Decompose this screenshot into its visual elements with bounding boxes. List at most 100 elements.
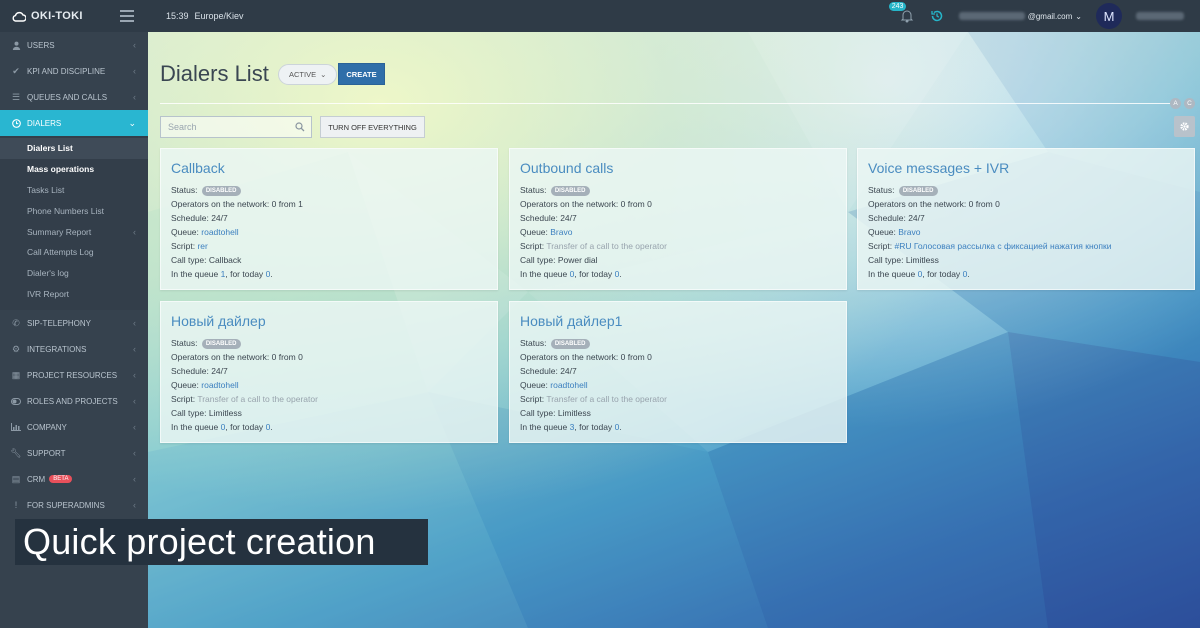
status-badge: DISABLED — [550, 186, 590, 196]
letter-filter-a[interactable]: A — [1170, 98, 1181, 109]
dialer-card: Новый дайлер1 Status: DISABLED Operators… — [509, 301, 847, 443]
create-button[interactable]: CREATE — [338, 63, 385, 85]
script-value: Transfer of a call to the operator — [546, 241, 667, 251]
row-label: Script: — [171, 394, 196, 404]
queue-row: Queue: roadtohell — [171, 225, 487, 239]
queue-row: Queue: Bravo — [868, 225, 1184, 239]
wrench-icon: 🔧︎ — [10, 447, 22, 458]
dialer-name[interactable]: Voice messages + IVR — [868, 160, 1009, 176]
queue-link[interactable]: Bravo — [898, 227, 920, 237]
queue-link[interactable]: roadtohell — [201, 380, 238, 390]
chevron-down-icon: ⌄ — [128, 117, 136, 128]
turn-off-everything-button[interactable]: TURN OFF EVERYTHING — [320, 116, 425, 138]
sidebar-item-users[interactable]: USERS ‹ — [0, 32, 148, 58]
operators-value: 0 from 0 — [271, 352, 303, 362]
history-icon[interactable] — [929, 8, 945, 24]
sidebar-item-support[interactable]: 🔧︎ SUPPORT ‹ — [0, 440, 148, 466]
page-title: Dialers List — [160, 61, 269, 86]
sidebar-item-dialers[interactable]: DIALERS ⌄ — [0, 110, 148, 136]
row-label: Operators on the network: — [171, 199, 270, 209]
sidebar-item-queues[interactable]: ☰ QUEUES AND CALLS ‹ — [0, 84, 148, 110]
grid-icon: ▦ — [11, 369, 21, 380]
dialer-card: Outbound calls Status: DISABLED Operator… — [509, 148, 847, 290]
sidebar-item-superadmins[interactable]: ! FOR SUPERADMINS ‹ — [0, 492, 148, 518]
chevron-left-icon: ‹ — [133, 500, 136, 511]
clock-timezone: Europe/Kiev — [194, 11, 244, 21]
row-label: Call type: — [171, 255, 207, 265]
dialer-name[interactable]: Callback — [171, 160, 225, 176]
settings-gear-button[interactable] — [1174, 116, 1195, 137]
schedule-value: 24/7 — [211, 213, 228, 223]
sidebar-item-project-resources[interactable]: ▦ PROJECT RESOURCES ‹ — [0, 362, 148, 388]
row-label: , for today — [225, 269, 264, 279]
sub-item-dialers-log[interactable]: Dialer's log — [0, 263, 148, 284]
sidebar-item-company[interactable]: COMPANY ‹ — [0, 414, 148, 440]
queue-link[interactable]: roadtohell — [550, 380, 587, 390]
phone-icon: ✆ — [12, 317, 20, 328]
sub-item-dialers-list[interactable]: Dialers List — [0, 138, 148, 159]
chevron-down-icon: ⌄ — [320, 70, 327, 79]
sidebar-item-integrations[interactable]: ⚙ INTEGRATIONS ‹ — [0, 336, 148, 362]
sidebar-item-kpi[interactable]: ✔ KPI AND DISCIPLINE ‹ — [0, 58, 148, 84]
exclamation-icon: ! — [14, 500, 18, 511]
chevron-left-icon: ‹ — [133, 422, 136, 433]
call-type-row: Call type: Callback — [171, 253, 487, 267]
notifications-bell-icon[interactable]: 243 — [888, 2, 915, 24]
sub-item-summary-report[interactable]: Summary Report ‹ — [0, 221, 148, 242]
row-label: Call type: — [868, 255, 904, 265]
sub-item-phone-numbers[interactable]: Phone Numbers List — [0, 200, 148, 221]
table-icon: ▤ — [11, 473, 21, 484]
search-icon — [295, 122, 305, 132]
clock-time: 15:39 — [166, 11, 189, 21]
row-label: . — [619, 422, 622, 432]
status-badge: DISABLED — [201, 339, 241, 349]
sidebar-item-crm[interactable]: ▤ CRM BETA ‹ — [0, 466, 148, 492]
call-type-row: Call type: Power dial — [520, 253, 836, 267]
row-label: Queue: — [520, 380, 548, 390]
call-type-value: Limitless — [905, 255, 939, 265]
toggle-icon — [11, 396, 21, 406]
cloud-icon — [12, 11, 26, 22]
dialer-name[interactable]: Outbound calls — [520, 160, 613, 176]
schedule-value: 24/7 — [560, 213, 577, 223]
sidebar-item-roles-projects[interactable]: ROLES AND PROJECTS ‹ — [0, 388, 148, 414]
schedule-row: Schedule: 24/7 — [171, 211, 487, 225]
operators-value: 0 from 0 — [968, 199, 1000, 209]
call-type-row: Call type: Limitless — [171, 406, 487, 420]
sidebar-item-label: QUEUES AND CALLS — [27, 92, 108, 102]
letter-filter-c[interactable]: C — [1184, 98, 1195, 109]
call-type-value: Limitless — [208, 408, 242, 418]
sidebar-item-label: ROLES AND PROJECTS — [27, 396, 118, 406]
row-label: In the queue — [520, 422, 568, 432]
dialers-submenu: Dialers List Mass operations Tasks List … — [0, 136, 148, 311]
row-label: In the queue — [171, 269, 219, 279]
top-bar: OKI-TOKI 15:39 Europe/Kiev 243 @gmail.co… — [0, 0, 1200, 32]
operators-row: Operators on the network: 0 from 0 — [171, 350, 487, 364]
row-label: . — [270, 422, 273, 432]
script-link[interactable]: rer — [197, 241, 207, 251]
queue-link[interactable]: roadtohell — [201, 227, 238, 237]
queue-stats-row: In the queue 0, for today 0. — [520, 267, 836, 281]
sub-item-call-attempts-log[interactable]: Call Attempts Log — [0, 242, 148, 263]
search-input[interactable] — [161, 122, 291, 132]
dialer-name[interactable]: Новый дайлер — [171, 313, 266, 329]
menu-toggle-icon[interactable] — [120, 10, 134, 22]
dialer-card: Voice messages + IVR Status: DISABLED Op… — [857, 148, 1195, 290]
row-label: In the queue — [868, 269, 916, 279]
chevron-left-icon: ‹ — [133, 66, 136, 76]
sidebar-item-sip-telephony[interactable]: ✆ SIP-TELEPHONY ‹ — [0, 310, 148, 336]
avatar[interactable]: M — [1096, 3, 1122, 29]
dialer-name[interactable]: Новый дайлер1 — [520, 313, 622, 329]
sub-item-tasks-list[interactable]: Tasks List — [0, 180, 148, 201]
sub-item-ivr-report[interactable]: IVR Report — [0, 284, 148, 305]
queue-link[interactable]: Bravo — [550, 227, 572, 237]
queue-row: Queue: roadtohell — [171, 378, 487, 392]
sub-item-mass-operations[interactable]: Mass operations — [0, 159, 148, 180]
status-row: Status: DISABLED — [520, 183, 836, 197]
account-email-dropdown[interactable]: @gmail.com ⌄ — [958, 12, 1082, 21]
script-link[interactable]: #RU Голосовая рассылка с фиксацией нажат… — [894, 241, 1111, 251]
status-filter-dropdown[interactable]: ACTIVE ⌄ — [278, 64, 338, 85]
call-type-value: Power dial — [557, 255, 598, 265]
status-row: Status: DISABLED — [520, 336, 836, 350]
row-label: Script: — [868, 241, 893, 251]
